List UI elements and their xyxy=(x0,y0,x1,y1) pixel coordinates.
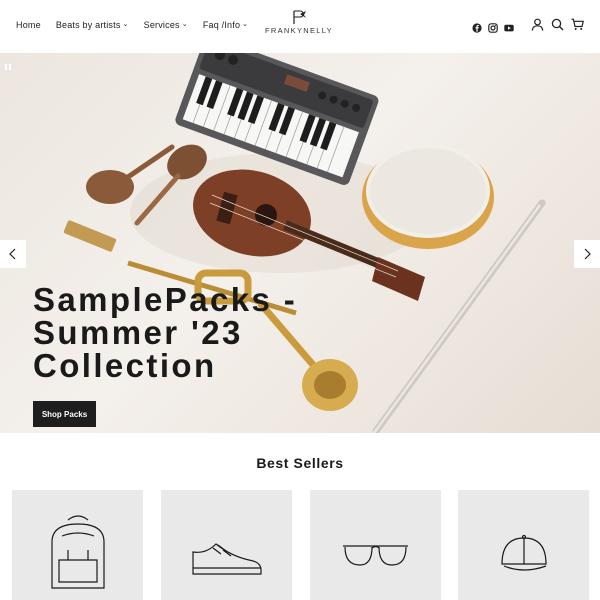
product-card[interactable] xyxy=(310,490,441,600)
arrow-left-icon xyxy=(9,248,16,260)
nav-home[interactable]: Home xyxy=(16,20,41,30)
logo-text: FRANKYNELLY xyxy=(265,26,333,35)
cart-icon[interactable] xyxy=(571,18,584,31)
slide-prev-button[interactable] xyxy=(0,240,26,268)
hero-banner: SamplePacks - Summer '23 Collection Shop… xyxy=(0,53,600,433)
sneaker-icon xyxy=(192,543,262,575)
harmonica-illustration xyxy=(63,220,117,252)
main-nav: Home Beats by artists ⌄ Services ⌄ Faq /… xyxy=(16,20,263,30)
sunglasses-icon xyxy=(343,545,408,566)
nav-faq-info[interactable]: Faq /Info ⌄ xyxy=(203,20,248,30)
site-header: Home Beats by artists ⌄ Services ⌄ Faq /… xyxy=(0,0,600,53)
product-card[interactable] xyxy=(12,490,143,600)
logo-mark-icon xyxy=(293,10,306,24)
hero-title: SamplePacks - Summer '23 Collection xyxy=(33,281,298,384)
arrow-right-icon xyxy=(584,248,591,260)
utility-icons xyxy=(531,18,584,31)
best-sellers-title: Best Sellers xyxy=(256,455,344,471)
chevron-down-icon: ⌄ xyxy=(242,21,249,28)
product-card[interactable] xyxy=(458,490,589,600)
account-icon[interactable] xyxy=(531,18,544,31)
nav-beats-label: Beats by artists xyxy=(55,20,121,30)
nav-services[interactable]: Services ⌄ xyxy=(144,20,188,30)
social-links xyxy=(472,20,514,33)
slide-next-button[interactable] xyxy=(574,240,600,268)
nav-beats-by-artists[interactable]: Beats by artists ⌄ xyxy=(56,20,129,30)
site-logo[interactable]: FRANKYNELLY xyxy=(263,10,335,40)
nav-services-label: Services xyxy=(143,20,180,30)
facebook-icon[interactable] xyxy=(472,20,482,33)
backpack-icon xyxy=(51,515,105,589)
search-icon[interactable] xyxy=(551,18,564,31)
chevron-down-icon: ⌄ xyxy=(181,21,188,28)
shop-packs-button[interactable]: Shop Packs xyxy=(33,401,96,427)
instagram-icon[interactable] xyxy=(488,20,498,33)
chevron-down-icon: ⌄ xyxy=(122,21,129,28)
nav-faq-label: Faq /Info xyxy=(202,20,241,30)
youtube-icon[interactable] xyxy=(504,20,514,32)
tambourine-illustration xyxy=(362,144,494,249)
pause-icon[interactable] xyxy=(4,58,12,70)
nav-home-label: Home xyxy=(16,20,41,30)
product-card[interactable] xyxy=(161,490,292,600)
cap-icon xyxy=(501,534,547,571)
